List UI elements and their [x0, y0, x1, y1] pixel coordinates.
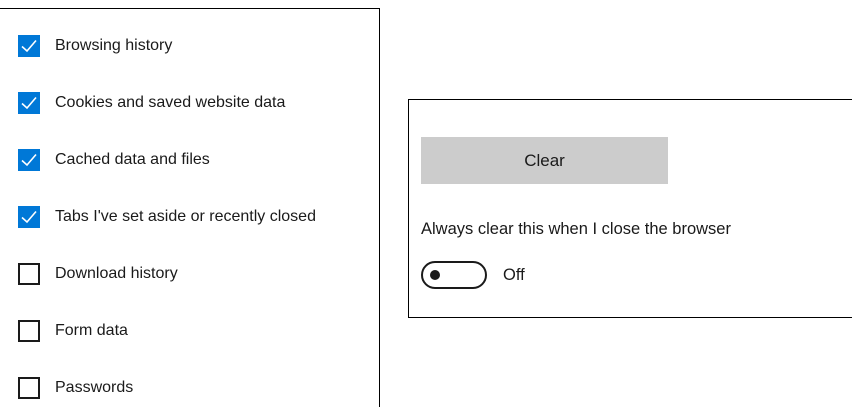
- option-passwords[interactable]: Passwords: [18, 376, 133, 400]
- clear-data-options-panel: Browsing history Cookies and saved websi…: [0, 8, 380, 407]
- cookies-label: Cookies and saved website data: [55, 94, 286, 111]
- browsing-history-checkbox[interactable]: [18, 35, 40, 57]
- clear-button[interactable]: Clear: [421, 137, 668, 184]
- toggle-state-label: Off: [503, 265, 525, 284]
- clear-actions-panel: Clear Always clear this when I close the…: [408, 99, 852, 318]
- checkmark-icon: [21, 39, 37, 53]
- option-download-history[interactable]: Download history: [18, 262, 178, 286]
- option-cookies[interactable]: Cookies and saved website data: [18, 91, 285, 115]
- always-clear-toggle[interactable]: [421, 261, 487, 289]
- form-data-checkbox[interactable]: [18, 320, 40, 342]
- checkmark-icon: [21, 96, 37, 110]
- toggle-knob: [430, 270, 440, 280]
- tabs-set-aside-checkbox[interactable]: [18, 206, 40, 228]
- checkmark-icon: [21, 210, 37, 224]
- tabs-set-aside-label: Tabs I've set aside or recently closed: [55, 208, 316, 225]
- cookies-checkbox[interactable]: [18, 92, 40, 114]
- option-browsing-history[interactable]: Browsing history: [18, 34, 172, 58]
- cached-data-checkbox[interactable]: [18, 149, 40, 171]
- browsing-history-label: Browsing history: [55, 37, 173, 54]
- passwords-checkbox[interactable]: [18, 377, 40, 399]
- option-tabs-set-aside[interactable]: Tabs I've set aside or recently closed: [18, 205, 316, 229]
- checkmark-icon: [21, 153, 37, 167]
- option-form-data[interactable]: Form data: [18, 319, 128, 343]
- download-history-checkbox[interactable]: [18, 263, 40, 285]
- always-clear-label: Always clear this when I close the brows…: [421, 220, 731, 238]
- passwords-label: Passwords: [55, 379, 134, 396]
- download-history-label: Download history: [55, 265, 178, 282]
- option-cached-data[interactable]: Cached data and files: [18, 148, 210, 172]
- form-data-label: Form data: [55, 322, 128, 339]
- cached-data-label: Cached data and files: [55, 151, 210, 168]
- always-clear-toggle-row: Off: [421, 261, 525, 289]
